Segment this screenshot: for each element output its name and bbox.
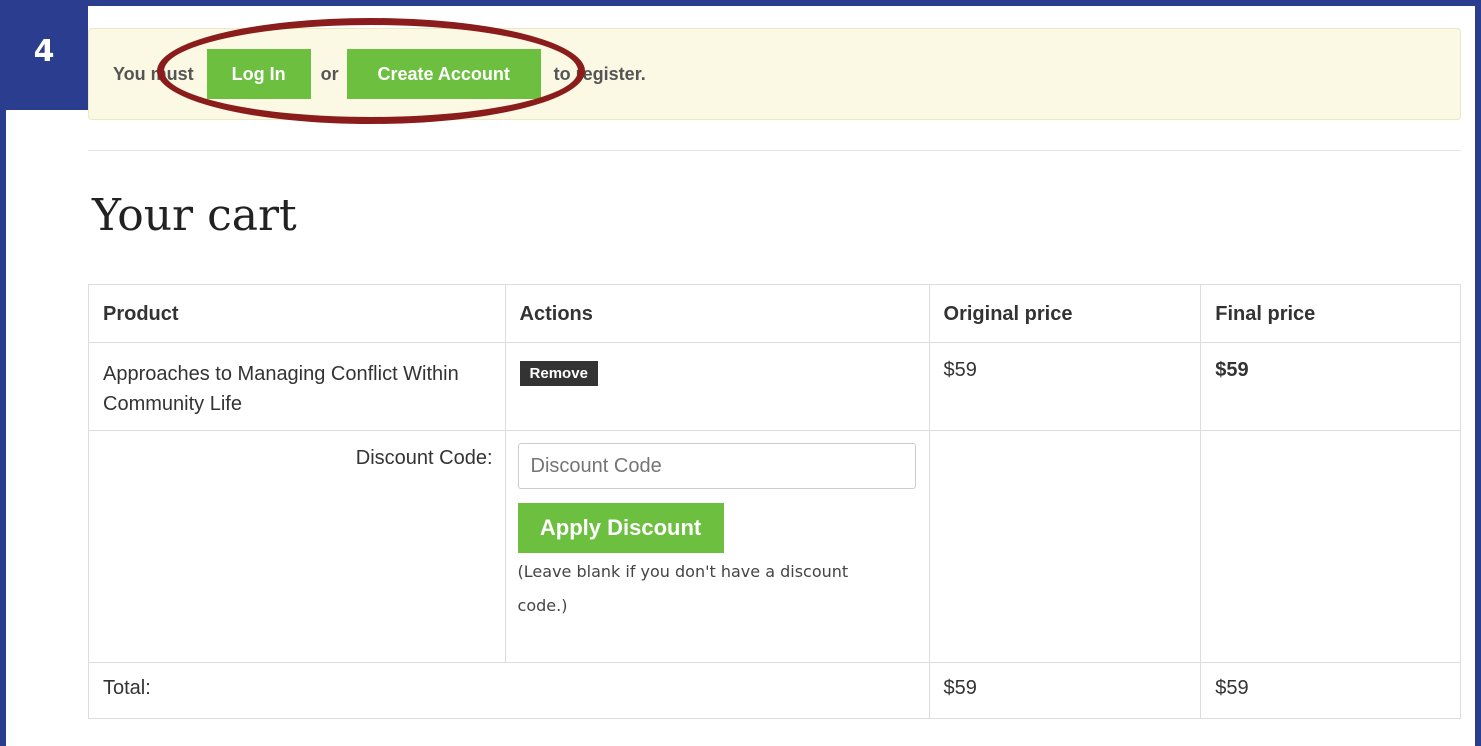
product-cell: Approaches to Managing Conflict Within C… [88,342,506,431]
final-price-cell: $59 [1200,342,1461,431]
alert-prefix-text: You must [113,63,199,84]
actions-cell: Remove [504,342,930,431]
total-final-price: $59 [1200,662,1461,719]
product-name: Approaches to Managing Conflict Within C… [103,363,459,415]
alert-or-text: or [320,63,339,84]
discount-code-label: Discount Code: [355,447,493,469]
discount-input-cell: Apply Discount (Leave blank if you don't… [504,430,930,663]
page-title: Your cart [92,190,297,241]
discount-row: Discount Code: Apply Discount (Leave bla… [88,430,1461,663]
discount-empty-cell-2 [1200,430,1461,663]
login-required-alert: You must Log In or Create Account to reg… [88,28,1461,120]
apply-discount-button[interactable]: Apply Discount [517,503,724,553]
table-row: Approaches to Managing Conflict Within C… [88,342,1461,431]
log-in-button[interactable]: Log In [206,49,311,99]
remove-button[interactable]: Remove [519,361,598,386]
header-final-price: Final price [1200,284,1461,343]
discount-empty-cell-1 [928,430,1202,663]
step-number-badge: 4 [0,0,88,110]
total-label: Total: [88,662,930,719]
discount-label-cell: Discount Code: [88,430,506,663]
header-product: Product [88,284,506,343]
header-actions: Actions [504,284,930,343]
original-price-cell: $59 [928,342,1202,431]
discount-help-text: (Leave blank if you don't have a discoun… [517,562,849,615]
create-account-button[interactable]: Create Account [346,49,541,99]
total-row: Total: $59 $59 [88,662,1461,719]
header-original-price: Original price [928,284,1202,343]
alert-suffix-text: to register. [548,63,646,84]
cart-table: Product Actions Original price Final pri… [88,284,1461,719]
step-number: 4 [33,34,55,69]
cart-table-header-row: Product Actions Original price Final pri… [88,284,1461,343]
total-original-price: $59 [928,662,1202,719]
discount-code-input[interactable] [517,443,916,489]
section-divider [88,150,1461,151]
